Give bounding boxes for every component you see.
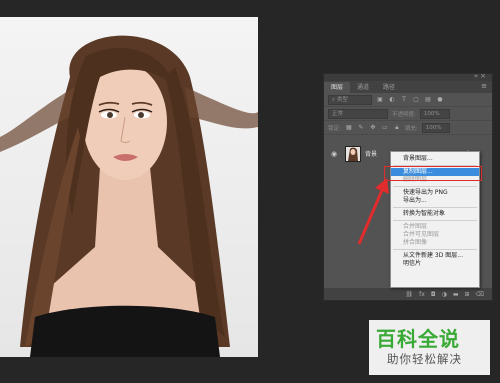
menu-item: 合并图层 — [403, 223, 428, 230]
watermark-subtitle: 助你轻松解决 — [387, 352, 462, 366]
type-filter-icon[interactable]: T — [400, 96, 408, 103]
fx-icon[interactable]: fx — [419, 291, 425, 298]
menu-item: 合并可见图层 — [403, 231, 440, 238]
opacity-field[interactable]: 100% — [419, 108, 450, 119]
pixel-filter-icon[interactable]: ▣ — [376, 96, 384, 103]
fill-label: 填充: — [404, 125, 418, 132]
annotation-arrow — [357, 178, 389, 245]
watermark-title: 百科全说 — [376, 327, 460, 351]
mask-icon[interactable]: ◘ — [431, 291, 436, 298]
watermark-logo: 百科全说 助你轻松解决 — [369, 320, 490, 375]
layer-thumbnail — [345, 146, 361, 162]
opacity-label: 不透明度: — [392, 111, 416, 118]
visibility-eye-icon[interactable]: ◉ — [331, 150, 337, 158]
tab-paths[interactable]: 路径 — [376, 82, 402, 93]
layer-name[interactable]: 背景 — [365, 149, 377, 158]
folder-icon[interactable]: ▬ — [453, 291, 459, 298]
filter-row: ⌕ 类型 ▣ ◐ T ▢ ▤ ● — [324, 93, 492, 107]
menu-separator — [393, 220, 477, 221]
annotation-highlight-box — [384, 166, 482, 181]
menu-item[interactable]: 导出为... — [391, 197, 479, 205]
adjust-filter-icon[interactable]: ◐ — [388, 96, 396, 103]
filter-kind-select[interactable]: ⌕ 类型 — [328, 94, 372, 105]
lock-move-icon[interactable]: ✥ — [369, 124, 377, 131]
menu-separator — [393, 207, 477, 208]
adjustment-icon[interactable]: ◑ — [442, 291, 447, 298]
smart-filter-icon[interactable]: ▤ — [424, 96, 432, 103]
panel-menu-icon[interactable]: ≡ — [481, 82, 487, 90]
fill-field[interactable]: 100% — [421, 122, 450, 133]
menu-item[interactable]: 从文件新建 3D 图层... — [391, 252, 479, 260]
collapse-icon[interactable]: «× — [474, 72, 488, 80]
portrait-image — [0, 35, 258, 357]
menu-item[interactable]: 背景图层... — [391, 155, 479, 163]
menu-separator — [393, 186, 477, 187]
panel-tabs: 图层 通道 路径 ≡ — [324, 81, 492, 93]
lock-pixels-icon[interactable]: ▦ — [345, 124, 353, 131]
blend-row: 正常 不透明度: 100% — [324, 107, 492, 121]
tab-channels[interactable]: 通道 — [350, 82, 376, 93]
lock-paint-icon[interactable]: ✎ — [357, 124, 365, 131]
lock-label: 锁定: — [328, 125, 341, 132]
lock-row: 锁定: ▦ ✎ ✥ ▭ 🔒︎ 填充: 100% — [324, 121, 492, 135]
new-layer-icon[interactable]: ⊞ — [464, 291, 469, 298]
menu-item: 拼合图像 — [403, 239, 428, 246]
menu-item[interactable]: 明信片 — [391, 260, 479, 268]
filter-toggle-icon[interactable]: ● — [436, 96, 444, 103]
canvas-photo — [0, 17, 258, 357]
panel-title-bar[interactable]: «× — [324, 72, 492, 81]
lock-artboard-icon[interactable]: ▭ — [381, 124, 389, 131]
trash-icon[interactable]: ⌫ — [476, 291, 484, 298]
tab-layers[interactable]: 图层 — [324, 82, 351, 93]
menu-item[interactable]: 快速导出为 PNG — [391, 189, 479, 197]
blend-mode-select[interactable]: 正常 — [328, 108, 388, 119]
menu-separator — [393, 249, 477, 250]
shape-filter-icon[interactable]: ▢ — [412, 96, 420, 103]
link-icon[interactable]: ⛓ — [406, 291, 414, 298]
lock-all-icon[interactable]: 🔒︎ — [393, 124, 401, 131]
panel-bottom-toolbar: ⛓ fx ◘ ◑ ▬ ⊞ ⌫ — [324, 288, 492, 300]
menu-item[interactable]: 转换为智能对象 — [391, 210, 479, 218]
